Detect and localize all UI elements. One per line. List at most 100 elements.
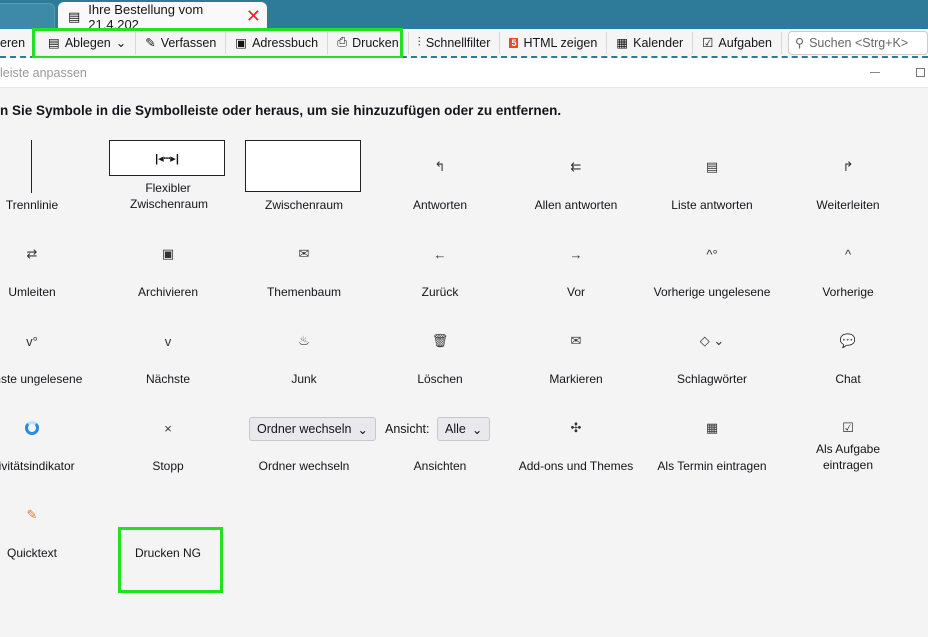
palette-item-label: Chat	[835, 372, 861, 386]
palette-item[interactable]: ⇄ Umleiten	[0, 217, 100, 304]
dialog-header: leiste anpassen	[0, 58, 928, 88]
palette-item-label: Archivieren	[137, 285, 199, 299]
toolbar-label: Adressbuch	[252, 35, 319, 50]
palette-item[interactable]: ▣ Archivieren	[100, 217, 236, 304]
palette-item-label: Zwischenraum	[264, 198, 344, 212]
view-select[interactable]: Alle ⌄	[437, 417, 491, 441]
palette-item[interactable]: ♨ Junk	[236, 304, 372, 391]
puzzle-icon: ✣	[570, 420, 582, 435]
palette-item[interactable]: Flexibler Zwischenraum	[100, 130, 236, 217]
palette-item[interactable]: ▦ Als Termin eintragen	[644, 391, 780, 478]
folder-select-value: Ordner wechseln	[257, 422, 352, 436]
title-bar: ▤ Ihre Bestellung vom 21.4.202 ✕	[0, 0, 928, 32]
toolbar-label: eren	[0, 35, 26, 50]
chevron-down-icon: ⌄	[471, 422, 483, 437]
palette-item[interactable]: Trennlinie	[0, 130, 100, 217]
palette-item-label: Weiterleiten	[816, 198, 880, 212]
palette-item-label: Drucken NG	[134, 546, 202, 560]
instruction-text: n Sie Symbole in die Symbolleiste oder h…	[0, 103, 562, 118]
search-input[interactable]: ⚲ Suchen <Strg+K>	[787, 30, 928, 55]
tag-icon: ◇ ⌄	[699, 333, 725, 348]
palette-item[interactable]: ✉ Themenbaum	[236, 217, 372, 304]
palette-item[interactable]: Drucken NG	[100, 478, 236, 565]
chevron-down-icon: ⌄	[357, 422, 368, 437]
printer-icon: ⎙	[337, 35, 348, 49]
palette-item[interactable]: v° ächste ungelesene	[0, 304, 100, 391]
palette-item-label: Als Termin eintragen	[657, 459, 767, 473]
main-toolbar: eren ▤ Ablegen ⌄ ✎ Verfassen ▣ Adressbuch ⎙ D…	[0, 29, 928, 58]
stop-icon: ×	[164, 420, 172, 436]
verfassen-button[interactable]: ✎ Verfassen	[136, 31, 227, 54]
palette-item[interactable]: ↱ Weiterleiten	[780, 130, 916, 217]
folder-select[interactable]: Ordner wechseln ⌄	[249, 417, 376, 441]
tab-active[interactable]: ▤ Ihre Bestellung vom 21.4.202 ✕	[58, 1, 267, 32]
palette-item-label: Themenbaum	[266, 285, 342, 299]
next-unread-icon: v°	[26, 333, 38, 349]
search-icon: ⚲	[794, 36, 805, 50]
toolbar-item-partial[interactable]: eren	[0, 31, 36, 54]
quicktext-icon: ✎	[26, 507, 38, 522]
palette-item[interactable]: → Vor	[508, 217, 644, 304]
tab-label: Ihre Bestellung vom 21.4.202	[88, 1, 204, 32]
file-icon: ▤	[48, 36, 60, 50]
toolbar-label: HTML zeigen	[523, 35, 598, 50]
palette-item-label: Schlagwörter	[676, 372, 748, 386]
tab-inactive[interactable]	[0, 3, 55, 31]
view-select-value: Alle	[445, 422, 466, 436]
palette-item-label: Flexibler Zwischenraum	[130, 181, 209, 211]
calendar-event-icon: ▦	[705, 420, 719, 435]
toolbar-label: Schnellfilter	[425, 35, 491, 50]
palette-item[interactable]: Zwischenraum	[236, 130, 372, 217]
palette-item[interactable]: ☑ Als Aufgabe eintragen	[780, 391, 916, 478]
html5-icon: 5	[509, 37, 519, 48]
document-icon: ▤	[68, 8, 81, 24]
palette-item-label: Stopp	[152, 459, 184, 473]
maximize-icon[interactable]	[916, 68, 925, 77]
palette-item[interactable]: ▤ Liste antworten	[644, 130, 780, 217]
palette-item[interactable]: ✣ Add-ons und Themes	[508, 391, 644, 478]
aufgaben-button[interactable]: ☑ Aufgaben	[693, 31, 782, 54]
previous-unread-icon: ^°	[706, 246, 718, 262]
palette-item[interactable]: × Stopp	[100, 391, 236, 478]
palette-item-label: Zurück	[421, 285, 459, 299]
palette-item[interactable]: ← Zurück	[372, 217, 508, 304]
schnellfilter-button[interactable]: ⫶ Schnellfilter	[409, 31, 501, 54]
dialog-title: leiste anpassen	[0, 66, 87, 80]
palette-item[interactable]: ktivitätsindikator	[0, 391, 100, 478]
toolbar-label: Drucken	[352, 35, 399, 50]
palette-item-label: Vor	[566, 285, 585, 299]
palette-item-label: Allen antworten	[534, 198, 618, 212]
palette-item[interactable]: 💬 Chat	[780, 304, 916, 391]
close-icon[interactable]: ✕	[246, 6, 261, 27]
palette-item-label: Ordner wechseln	[258, 459, 350, 473]
palette-item[interactable]: ↰ Antworten	[372, 130, 508, 217]
palette-item-label: ktivitätsindikator	[0, 459, 75, 473]
kalender-button[interactable]: ▦ Kalender	[607, 31, 694, 54]
palette-item-label: Vorherige ungelesene	[653, 285, 771, 299]
trash-icon: 🗑	[431, 333, 449, 348]
palette-item[interactable]: ⇇ Allen antworten	[508, 130, 644, 217]
palette-item[interactable]: ^° Vorherige ungelesene	[644, 217, 780, 304]
ablegen-button[interactable]: ▤ Ablegen ⌄	[39, 31, 137, 54]
palette-item[interactable]: ✎ Quicktext	[0, 478, 100, 565]
palette-item-label: Add-ons und Themes	[518, 459, 634, 473]
palette-item[interactable]: ✉ Markieren	[508, 304, 644, 391]
thread-icon: ✉	[298, 246, 310, 261]
palette-item-label: Umleiten	[8, 285, 56, 299]
palette-item[interactable]: v Nächste	[100, 304, 236, 391]
palette-item[interactable]: 🗑 Löschen	[372, 304, 508, 391]
spinner-icon	[0, 419, 100, 437]
html-zeigen-button[interactable]: 5 HTML zeigen	[500, 31, 608, 54]
palette-item[interactable]: ◇ ⌄ Schlagwörter	[644, 304, 780, 391]
palette-item-label: Quicktext	[6, 546, 57, 560]
filter-icon: ⫶	[417, 35, 421, 49]
drucken-button[interactable]: ⎙ Drucken	[328, 31, 409, 54]
archive-icon: ▣	[161, 246, 175, 261]
reply-icon: ↰	[434, 159, 446, 174]
palette-item[interactable]: ^ Vorherige	[780, 217, 916, 304]
palette-item-label: Trennlinie	[5, 198, 59, 212]
adressbuch-button[interactable]: ▣ Adressbuch	[226, 31, 329, 54]
chevron-up-icon: ^	[844, 246, 852, 262]
toolbar-label: Kalender	[633, 35, 684, 50]
minimize-icon[interactable]	[870, 72, 880, 73]
